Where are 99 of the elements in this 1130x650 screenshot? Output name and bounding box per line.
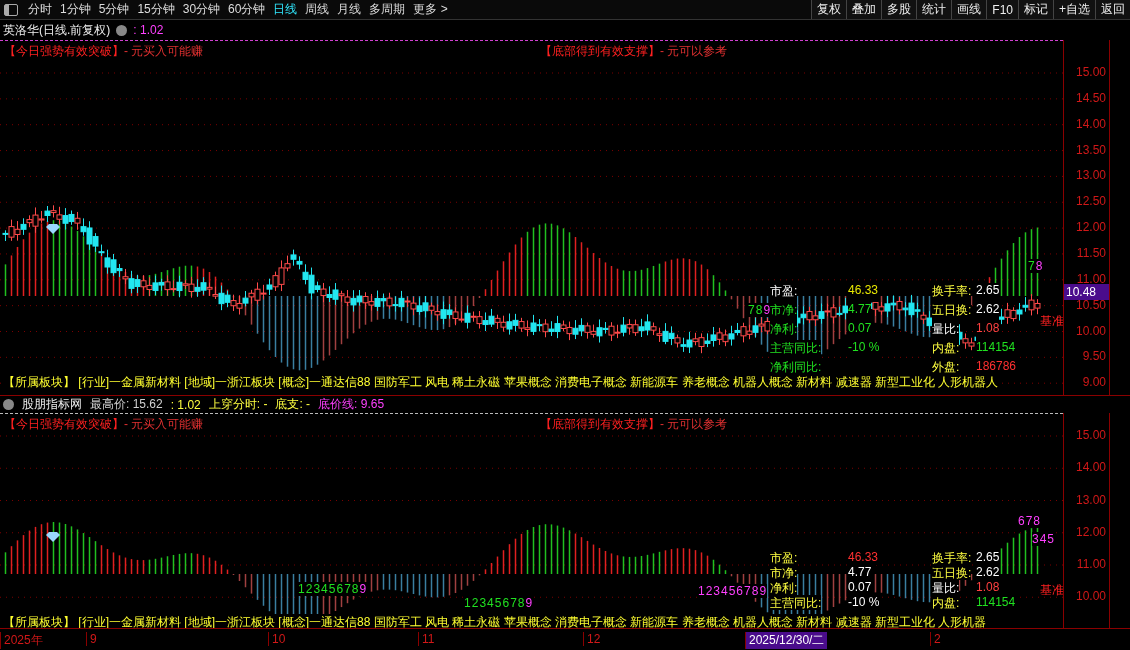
price-tick: 14.50: [1075, 90, 1106, 105]
price-tick: 9.00: [1082, 375, 1106, 390]
info-label: 内盘:: [932, 340, 960, 359]
info-value: 2.65: [976, 550, 1000, 565]
value-tick: 10.00: [1075, 589, 1106, 604]
date-label: 2: [930, 632, 944, 646]
info-label: 量比:: [932, 580, 960, 595]
toolbar-button[interactable]: F10: [986, 0, 1018, 19]
date-label: 9: [86, 632, 100, 646]
period-tab[interactable]: 分时: [24, 0, 56, 19]
price-tick: 15.00: [1075, 65, 1106, 79]
value-tick: 14.00: [1075, 460, 1106, 475]
baseline-label: 基准: [1040, 582, 1063, 599]
count-label: 678: [1018, 514, 1042, 528]
info-label: 市净:: [770, 302, 798, 321]
indicator-stat: 底支: -: [275, 396, 311, 413]
info-label: 市盈:: [770, 550, 798, 565]
info-label: 换手率:: [932, 550, 972, 565]
price-tick: 10.00: [1075, 323, 1106, 338]
info-label: 市净:: [770, 565, 798, 580]
period-tab[interactable]: 周线: [301, 0, 334, 19]
period-tab[interactable]: 日线: [269, 0, 302, 19]
price-tick: 14.00: [1075, 116, 1106, 131]
period-tab[interactable]: 月线: [333, 0, 366, 19]
toolbar-button[interactable]: 叠加: [846, 0, 882, 19]
price-tick: 13.00: [1075, 168, 1106, 183]
price-tick: 12.50: [1075, 194, 1106, 209]
panel-toggle-icon[interactable]: [4, 3, 18, 16]
info-label: 净利:: [770, 321, 798, 340]
signal-text: 【底部得到有效支撑】- 元可以参考: [540, 43, 728, 60]
dropdown-icon[interactable]: [116, 24, 128, 36]
info-label: 净利:: [770, 580, 798, 595]
indicator-value: : 1.02: [133, 23, 164, 37]
value-tick: 13.00: [1075, 492, 1106, 507]
indicator-stat: 底价线: 9.65: [318, 396, 385, 413]
indicator-name: 股朋指标网: [22, 396, 82, 413]
info-label: 内盘:: [932, 595, 960, 610]
info-label: 主营同比:: [770, 340, 822, 359]
count-label: 123456789: [698, 584, 768, 598]
info-value: 46.33: [848, 550, 879, 565]
info-label: 五日换:: [932, 565, 972, 580]
info-label: 市盈:: [770, 283, 798, 302]
diamond-icon: [46, 224, 60, 234]
info-label: 量比:: [932, 321, 960, 340]
info-label: 主营同比:: [770, 595, 822, 610]
count-label: 78: [1028, 259, 1044, 273]
period-tab[interactable]: 30分钟: [178, 0, 225, 19]
count-label: 123456789: [464, 596, 534, 610]
toolbar-button[interactable]: 多股: [881, 0, 917, 19]
period-tab[interactable]: 5分钟: [94, 0, 134, 19]
price-tick: 11.00: [1076, 271, 1106, 286]
info-value: 0.07: [848, 580, 872, 595]
signal-text: 【今日强势有效突破】- 元买入可能赚: [4, 416, 204, 433]
sector-list: 【所属板块】 [行业]一金属新材料 [地域]一浙江板块 [概念]一通达信88 国防军工 风电 稀土永磁 苹果概念 消费电子概念 新能源车 养老概念 机器人概念 新材料 减速器 新型工业化 人形机器人: [3, 374, 999, 391]
period-tab[interactable]: 15分钟: [133, 0, 179, 19]
value-tick: 15.00: [1075, 428, 1106, 442]
info-value: 114154: [976, 340, 1016, 359]
info-value: 4.77: [848, 302, 872, 321]
price-tick: 11.50: [1076, 245, 1106, 260]
dropdown-icon[interactable]: [3, 399, 14, 410]
current-price-label: 10.48: [1064, 284, 1109, 301]
info-value: 46.33: [848, 283, 879, 302]
period-tab[interactable]: 60分钟: [224, 0, 270, 19]
baseline-label: 基准: [1040, 313, 1063, 330]
indicator-stat: 最高价: 15.62: [90, 396, 163, 413]
info-value: -10 %: [848, 340, 880, 359]
toolbar-button[interactable]: 标记: [1018, 0, 1053, 19]
indicator-stat: : 1.02: [170, 397, 201, 412]
info-label: 五日换:: [932, 302, 972, 321]
value-tick: 11.00: [1076, 557, 1106, 571]
date-label: 11: [418, 632, 438, 646]
info-label: 换手率:: [932, 283, 972, 302]
info-value: 1.08: [976, 321, 1000, 340]
toolbar-button[interactable]: 统计: [916, 0, 952, 19]
toolbar-button[interactable]: 返回: [1095, 0, 1130, 19]
count-label: 123456789: [298, 582, 368, 596]
price-tick: 13.50: [1075, 142, 1106, 157]
diamond-icon: [46, 532, 60, 542]
count-label: 789: [748, 303, 772, 317]
info-value: 2.62: [976, 302, 1000, 321]
price-tick: 9.50: [1082, 349, 1106, 364]
value-tick: 12.00: [1075, 524, 1106, 539]
price-tick: 12.00: [1075, 220, 1106, 235]
date-label: 12: [583, 632, 604, 646]
info-value: 4.77: [848, 565, 872, 580]
signal-text: 【底部得到有效支撑】- 元可以参考: [540, 416, 728, 433]
count-label: 345: [1032, 532, 1056, 546]
toolbar-button[interactable]: 画线: [951, 0, 987, 19]
date-label: 2025年: [0, 632, 46, 649]
indicator-stat: 上穿分时: -: [208, 396, 268, 413]
toolbar-button[interactable]: 复权: [811, 0, 847, 19]
period-tab[interactable]: 1分钟: [56, 0, 95, 19]
period-tab[interactable]: 多周期: [365, 0, 410, 19]
toolbar-button[interactable]: +自选: [1053, 0, 1095, 19]
period-tab[interactable]: 更多 >: [409, 0, 452, 19]
signal-text: 【今日强势有效突破】- 元买入可能赚: [4, 43, 204, 60]
date-label: 10: [268, 632, 289, 646]
date-label: 2025/12/30/二: [745, 632, 828, 649]
chart-title: 英洛华(日线.前复权): [3, 21, 111, 39]
